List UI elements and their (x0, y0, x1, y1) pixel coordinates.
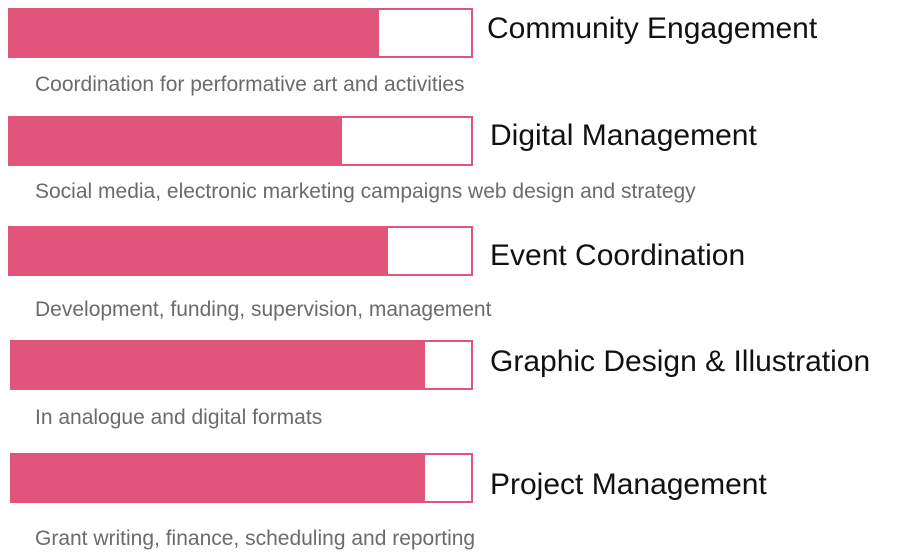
skill-title-digital-management: Digital Management (490, 119, 757, 152)
skill-bar-event-coordination (8, 226, 473, 276)
skill-description-digital-management: Social media, electronic marketing campa… (35, 180, 696, 203)
skill-bar-graphic-design-illustration (10, 340, 473, 390)
skill-title-project-management: Project Management (490, 468, 767, 501)
skills-list: Community Engagement Coordination for pe… (0, 0, 908, 552)
skill-bar-community-engagement (8, 8, 473, 58)
skill-title-graphic-design-illustration: Graphic Design & Illustration (490, 345, 871, 378)
skill-description-project-management: Grant writing, finance, scheduling and r… (35, 527, 476, 550)
skill-bar-fill (12, 342, 426, 388)
skill-bar-fill (10, 118, 342, 164)
skill-title-community-engagement: Community Engagement (487, 12, 818, 45)
skill-title-event-coordination: Event Coordination (490, 239, 746, 272)
skill-bar-fill (10, 228, 389, 274)
skill-bar-digital-management (8, 116, 473, 166)
skill-description-event-coordination: Development, funding, supervision, manag… (35, 298, 492, 321)
skill-bar-fill (10, 10, 379, 56)
skill-description-graphic-design-illustration: In analogue and digital formats (35, 406, 323, 429)
skill-bar-fill (12, 455, 426, 501)
skill-bar-project-management (10, 453, 473, 503)
skill-description-community-engagement: Coordination for performative art and ac… (35, 73, 465, 96)
